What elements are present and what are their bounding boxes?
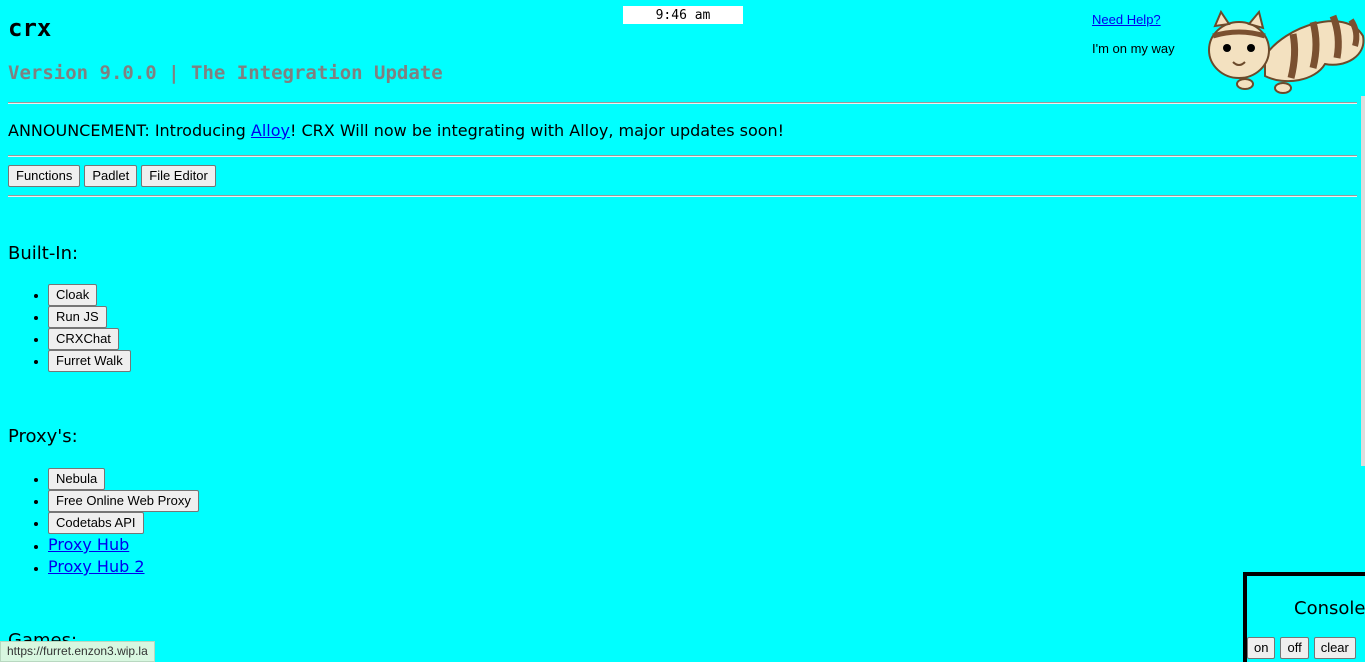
tab-file-editor[interactable]: File Editor <box>141 165 216 187</box>
list-item: CRXChat <box>48 328 131 350</box>
list-item: Furret Walk <box>48 350 131 372</box>
list-item: Run JS <box>48 306 131 328</box>
list-item: Proxy Hub 2 <box>48 556 199 578</box>
crxchat-button[interactable]: CRXChat <box>48 328 119 350</box>
console-controls: on off clear <box>1247 637 1356 659</box>
console-title: Console <box>1294 598 1365 619</box>
page-title: crx <box>8 14 52 42</box>
list-item: Codetabs API <box>48 512 199 534</box>
list-item: Nebula <box>48 468 199 490</box>
alloy-link[interactable]: Alloy <box>251 121 290 140</box>
proxy-hub-2-link[interactable]: Proxy Hub 2 <box>48 557 145 576</box>
proxies-list: Nebula Free Online Web Proxy Codetabs AP… <box>0 468 199 578</box>
scrollbar[interactable] <box>1361 96 1365 466</box>
builtin-list: Cloak Run JS CRXChat Furret Walk <box>0 284 131 372</box>
announcement-prefix: ANNOUNCEMENT: Introducing <box>8 121 251 140</box>
furret-mascot-icon <box>1208 9 1365 94</box>
tab-padlet[interactable]: Padlet <box>84 165 138 187</box>
divider <box>8 155 1357 157</box>
nebula-button[interactable]: Nebula <box>48 468 106 490</box>
list-item: Free Online Web Proxy <box>48 490 199 512</box>
console-on-button[interactable]: on <box>1247 637 1276 659</box>
console-clear-button[interactable]: clear <box>1313 637 1356 659</box>
status-bar-url: https://furret.enzon3.wip.la <box>0 641 155 662</box>
tab-functions[interactable]: Functions <box>8 165 81 187</box>
announcement: ANNOUNCEMENT: Introducing Alloy! CRX Wil… <box>8 121 784 140</box>
proxies-heading: Proxy's: <box>8 426 78 447</box>
divider <box>8 102 1357 104</box>
furret-walk-button[interactable]: Furret Walk <box>48 350 131 372</box>
status-text: I'm on my way <box>1092 41 1175 56</box>
proxy-hub-link[interactable]: Proxy Hub <box>48 535 129 554</box>
builtin-heading: Built-In: <box>8 243 79 264</box>
announcement-suffix: ! CRX Will now be integrating with Alloy… <box>289 121 785 140</box>
cloak-button[interactable]: Cloak <box>48 284 98 306</box>
need-help-link[interactable]: Need Help? <box>1092 12 1161 27</box>
clock-display: 9:46 am <box>623 6 743 24</box>
tab-bar: Functions Padlet File Editor <box>8 165 216 187</box>
list-item: Proxy Hub <box>48 534 199 556</box>
run-js-button[interactable]: Run JS <box>48 306 107 328</box>
version-heading: Version 9.0.0 | The Integration Update <box>8 62 443 84</box>
console-off-button[interactable]: off <box>1280 637 1309 659</box>
codetabs-api-button[interactable]: Codetabs API <box>48 512 144 534</box>
console-panel: Console on off clear <box>1243 572 1365 662</box>
free-online-web-proxy-button[interactable]: Free Online Web Proxy <box>48 490 199 512</box>
divider <box>8 195 1357 197</box>
list-item: Cloak <box>48 284 131 306</box>
